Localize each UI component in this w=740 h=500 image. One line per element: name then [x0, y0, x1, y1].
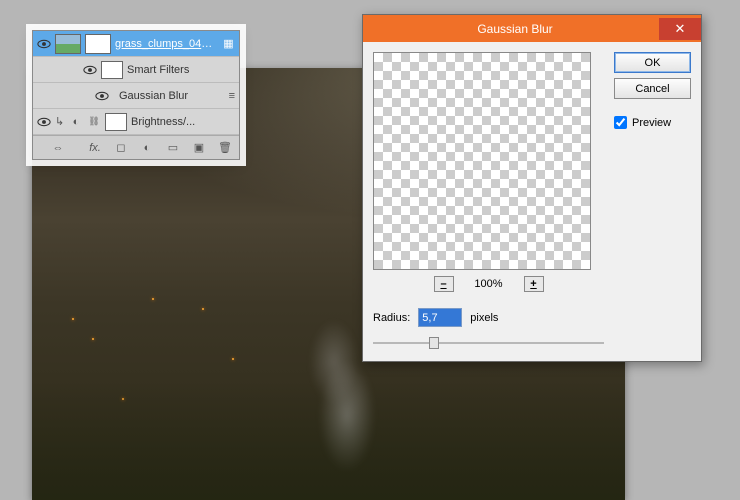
link-layers-icon[interactable]: ⇔ — [39, 140, 77, 156]
group-icon[interactable]: ▭ — [165, 140, 181, 156]
layer-mask-thumbnail[interactable] — [85, 34, 111, 54]
cancel-button[interactable]: Cancel — [614, 78, 691, 99]
ember — [232, 358, 234, 360]
radius-slider[interactable] — [373, 335, 604, 351]
visibility-icon[interactable] — [37, 37, 51, 51]
dialog-titlebar[interactable]: Gaussian Blur ✕ — [363, 15, 701, 42]
layers-panel: grass_clumps_04_b... ▦ Smart Filters Gau… — [32, 30, 240, 160]
ember — [72, 318, 74, 320]
radius-label: Radius: — [373, 312, 410, 324]
link-icon: ⛓ — [87, 115, 101, 129]
dialog-title: Gaussian Blur — [371, 22, 659, 36]
layer-name: grass_clumps_04_b... — [115, 38, 218, 50]
ember — [202, 308, 204, 310]
layer-row-brightness[interactable]: ↳ ◐ ⛓ Brightness/... — [33, 109, 239, 135]
ok-button[interactable]: OK — [614, 52, 691, 73]
layers-toolbar: ⇔ fx. ◻ ◐ ▭ ▣ 🗑 — [33, 135, 239, 159]
zoom-in-button[interactable]: + — [524, 276, 544, 292]
visibility-icon[interactable] — [37, 115, 51, 129]
slider-track — [373, 342, 604, 344]
ember — [152, 298, 154, 300]
smart-object-icon: ▦ — [222, 37, 235, 50]
radius-unit: pixels — [470, 312, 498, 324]
zoom-controls: – 100% + — [373, 276, 604, 292]
slider-handle[interactable] — [429, 337, 439, 349]
close-button[interactable]: ✕ — [659, 18, 701, 40]
ember — [92, 338, 94, 340]
smart-filters-row[interactable]: Smart Filters — [33, 57, 239, 83]
radius-input[interactable] — [418, 308, 462, 327]
clip-icon: ↳ — [55, 115, 65, 128]
adjustment-icon: ◐ — [69, 115, 83, 129]
new-layer-icon[interactable]: ▣ — [191, 140, 207, 156]
preview-checkbox-label: Preview — [632, 117, 671, 129]
layer-mask-thumbnail[interactable] — [105, 113, 127, 131]
filter-mask-thumbnail[interactable] — [101, 61, 123, 79]
layer-row-grass[interactable]: grass_clumps_04_b... ▦ — [33, 31, 239, 57]
zoom-level: 100% — [468, 278, 510, 290]
adjustment-layer-icon[interactable]: ◐ — [139, 140, 155, 156]
delete-icon[interactable]: 🗑 — [217, 140, 233, 156]
visibility-icon[interactable] — [83, 63, 97, 77]
preview-area[interactable] — [373, 52, 591, 270]
layer-thumbnail[interactable] — [55, 34, 81, 54]
mask-icon[interactable]: ◻ — [113, 140, 129, 156]
visibility-icon[interactable] — [95, 89, 109, 103]
smart-filters-label: Smart Filters — [127, 64, 235, 76]
zoom-out-button[interactable]: – — [434, 276, 454, 292]
preview-checkbox[interactable] — [614, 116, 627, 129]
ember — [122, 398, 124, 400]
fx-icon[interactable]: fx. — [87, 140, 103, 156]
filter-name: Gaussian Blur — [119, 90, 217, 102]
filter-options-icon[interactable]: ≡ — [221, 90, 235, 102]
filter-row-gaussian[interactable]: Gaussian Blur ≡ — [33, 83, 239, 109]
layer-name: Brightness/... — [131, 116, 235, 128]
gaussian-blur-dialog: Gaussian Blur ✕ – 100% + Radius: pixels … — [362, 14, 702, 362]
preview-checkbox-row[interactable]: Preview — [614, 116, 691, 129]
